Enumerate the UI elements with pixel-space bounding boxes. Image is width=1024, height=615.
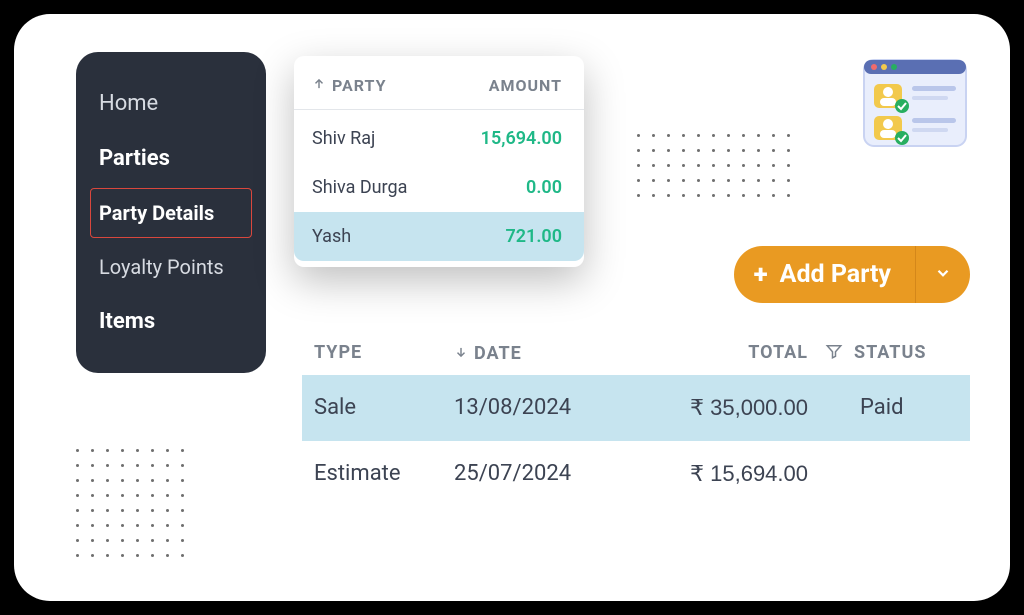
- party-list-header: PARTY AMOUNT: [294, 56, 584, 110]
- sidebar-item-items[interactable]: Items: [90, 296, 252, 347]
- transactions-table: TYPE DATE TOTAL STATUS Sale 13/08/2024 ₹…: [302, 332, 970, 507]
- contacts-illustration-icon: [860, 56, 970, 156]
- party-list-row[interactable]: Yash 721.00: [294, 212, 584, 261]
- tx-status: [854, 461, 974, 487]
- sort-desc-icon[interactable]: [454, 343, 468, 364]
- filter-button[interactable]: [814, 342, 854, 365]
- sidebar-item-home[interactable]: Home: [90, 78, 252, 129]
- add-party-dropdown-button[interactable]: [915, 246, 970, 303]
- chevron-down-icon: [934, 264, 952, 286]
- party-amount: 721.00: [505, 226, 562, 247]
- type-col-label[interactable]: TYPE: [314, 342, 454, 365]
- transaction-row[interactable]: Estimate 25/07/2024 ₹ 15,694.00: [302, 441, 970, 507]
- add-party-split-button: + Add Party: [734, 246, 970, 303]
- decorative-dots: [637, 134, 790, 197]
- tx-total: ₹ 35,000.00: [614, 395, 814, 421]
- tx-total: ₹ 15,694.00: [614, 461, 814, 487]
- party-name: Yash: [312, 226, 351, 247]
- party-list-popover: PARTY AMOUNT Shiv Raj 15,694.00 Shiva Du…: [294, 56, 584, 267]
- plus-icon: +: [754, 262, 768, 288]
- date-col-label[interactable]: DATE: [474, 343, 522, 364]
- party-col-label: PARTY: [332, 76, 387, 95]
- party-name: Shiva Durga: [312, 177, 407, 198]
- add-party-label: Add Party: [780, 260, 891, 289]
- tx-type: Sale: [314, 395, 454, 421]
- sort-asc-icon[interactable]: [312, 76, 326, 95]
- amount-col-label: AMOUNT: [489, 76, 562, 95]
- sidebar-item-loyalty-points[interactable]: Loyalty Points: [90, 242, 252, 292]
- sidebar: Home Parties Party Details Loyalty Point…: [76, 52, 266, 373]
- tx-date: 25/07/2024: [454, 461, 614, 487]
- decorative-dots: [76, 449, 184, 557]
- tx-status: Paid: [854, 395, 974, 421]
- party-name: Shiv Raj: [312, 128, 375, 149]
- party-amount: 15,694.00: [481, 128, 562, 149]
- party-list-row[interactable]: Shiva Durga 0.00: [294, 163, 584, 212]
- party-amount: 0.00: [526, 177, 562, 198]
- sidebar-item-party-details[interactable]: Party Details: [90, 188, 252, 238]
- transactions-header: TYPE DATE TOTAL STATUS: [302, 332, 970, 375]
- transaction-row[interactable]: Sale 13/08/2024 ₹ 35,000.00 Paid: [302, 375, 970, 441]
- total-col-label[interactable]: TOTAL: [614, 342, 814, 365]
- add-party-button[interactable]: + Add Party: [734, 246, 915, 303]
- tx-date: 13/08/2024: [454, 395, 614, 421]
- tx-type: Estimate: [314, 461, 454, 487]
- status-col-label[interactable]: STATUS: [854, 342, 974, 365]
- app-card: Home Parties Party Details Loyalty Point…: [14, 14, 1010, 601]
- party-list-rows: Shiv Raj 15,694.00 Shiva Durga 0.00 Yash…: [294, 110, 584, 267]
- sidebar-item-parties[interactable]: Parties: [90, 133, 252, 184]
- filter-icon: [825, 342, 843, 365]
- party-list-row[interactable]: Shiv Raj 15,694.00: [294, 114, 584, 163]
